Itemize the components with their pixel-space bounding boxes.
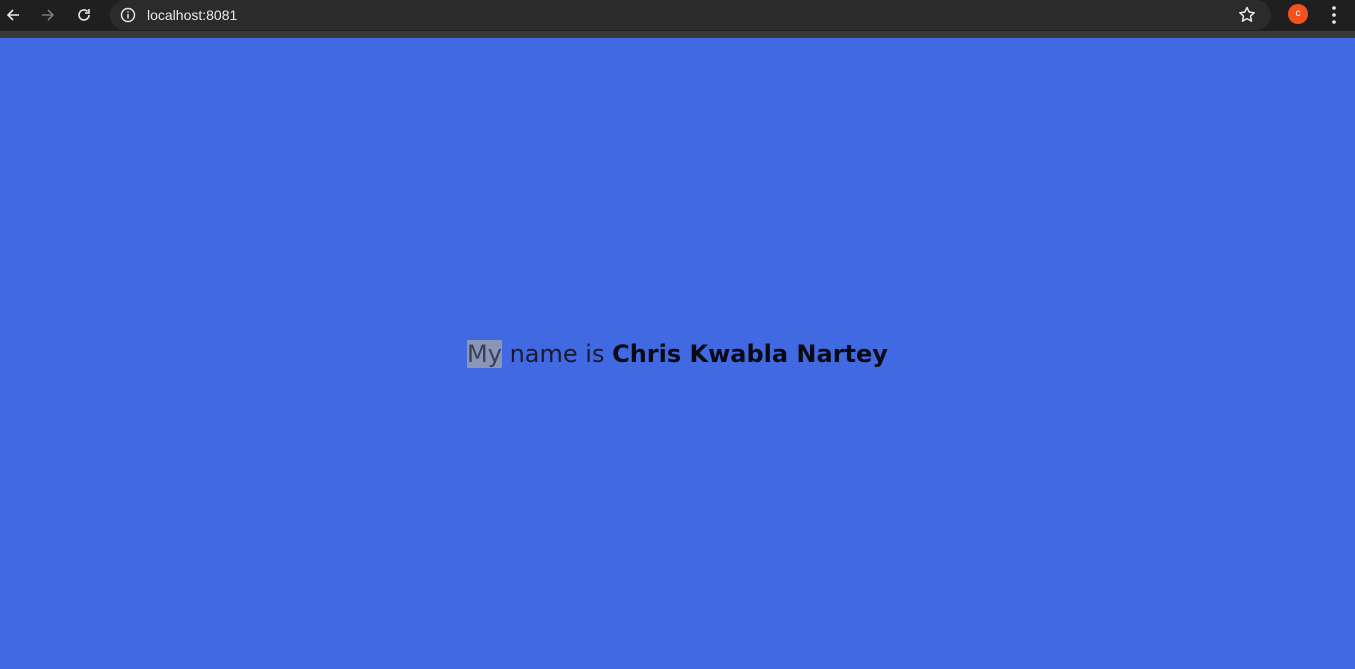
arrow-left-icon — [6, 9, 19, 21]
forward-button[interactable] — [37, 4, 59, 26]
star-icon[interactable] — [1237, 5, 1257, 25]
page-content: My name is Chris Kwabla Nartey — [0, 38, 1355, 669]
greeting-text: My name is Chris Kwabla Nartey — [0, 338, 1355, 370]
arrow-right-icon — [42, 9, 55, 21]
kebab-menu-icon[interactable] — [1324, 4, 1344, 26]
reload-icon — [78, 9, 90, 21]
profile-avatar[interactable]: c — [1288, 4, 1308, 24]
browser-toolbar: localhost:8081 c — [0, 0, 1355, 31]
url-text[interactable]: localhost:8081 — [147, 6, 237, 24]
person-name: Chris Kwabla Nartey — [612, 340, 888, 368]
reload-button[interactable] — [73, 4, 95, 26]
toolbar-divider — [0, 31, 1355, 38]
greeting-middle: name is — [501, 340, 613, 368]
info-icon[interactable] — [120, 7, 136, 23]
highlighted-word: My — [467, 340, 502, 368]
address-bar[interactable]: localhost:8081 — [110, 0, 1271, 30]
back-button[interactable] — [2, 4, 24, 26]
